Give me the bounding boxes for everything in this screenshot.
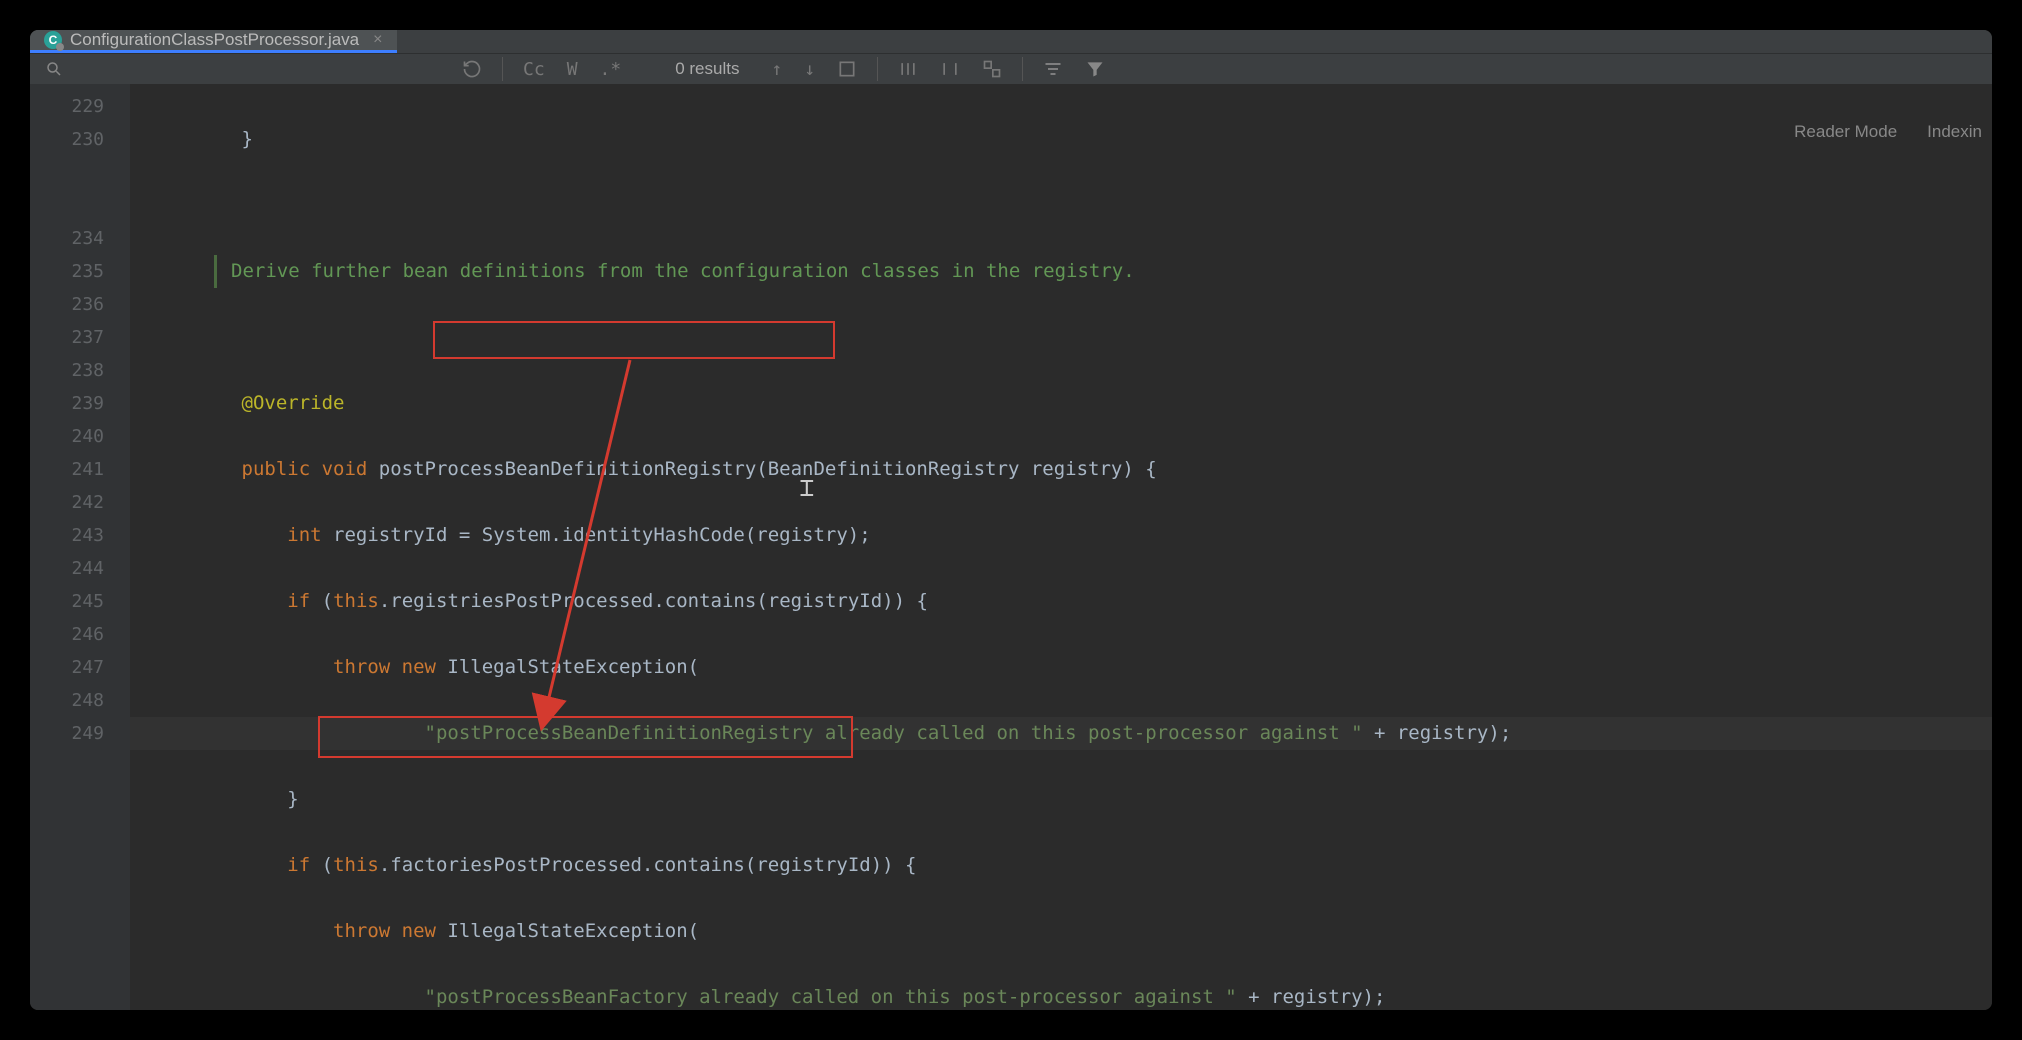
- editor-tab[interactable]: C ConfigurationClassPostProcessor.java ×: [30, 30, 397, 53]
- line-number: 229: [30, 90, 104, 123]
- separator: [502, 57, 503, 81]
- match-case-button[interactable]: Cc: [515, 59, 553, 80]
- code-line: [130, 189, 1992, 222]
- line-number: 240: [30, 420, 104, 453]
- code-line: "postProcessBeanFactory already called o…: [130, 981, 1992, 1010]
- add-selection-icon[interactable]: [890, 59, 926, 79]
- line-number: 247: [30, 651, 104, 684]
- code-content[interactable]: } Derive further bean definitions from t…: [130, 84, 1992, 1010]
- line-number: 234: [30, 222, 104, 255]
- code-line: public void postProcessBeanDefinitionReg…: [130, 453, 1992, 486]
- prev-match-icon[interactable]: ↑: [763, 59, 790, 80]
- regex-button[interactable]: .*: [592, 59, 630, 80]
- line-number: 236: [30, 288, 104, 321]
- line-number: 243: [30, 519, 104, 552]
- line-number: 237: [30, 321, 104, 354]
- code-line-current: "postProcessBeanDefinitionRegistry alrea…: [130, 717, 1992, 750]
- separator: [1022, 57, 1023, 81]
- ide-window: C ConfigurationClassPostProcessor.java ×…: [30, 30, 1992, 1010]
- line-number: 241: [30, 453, 104, 486]
- results-count: 0 results: [675, 59, 739, 79]
- code-line: [130, 321, 1992, 354]
- find-toolbar: Cc W .* 0 results ↑ ↓: [30, 53, 1992, 84]
- code-line: @Override: [130, 387, 1992, 420]
- code-line: throw new IllegalStateException(: [130, 915, 1992, 948]
- code-line: int registryId = System.identityHashCode…: [130, 519, 1992, 552]
- line-number: 242: [30, 486, 104, 519]
- select-all-icon[interactable]: [829, 59, 865, 79]
- indexing-status: Indexin: [1927, 122, 1982, 142]
- code-line: }: [130, 123, 1992, 156]
- code-line: if (this.registriesPostProcessed.contain…: [130, 585, 1992, 618]
- line-number: 248: [30, 684, 104, 717]
- line-number: [30, 189, 104, 222]
- code-line: if (this.factoriesPostProcessed.contains…: [130, 849, 1992, 882]
- close-icon[interactable]: ×: [373, 31, 382, 49]
- next-match-icon[interactable]: ↓: [796, 59, 823, 80]
- line-number: 244: [30, 552, 104, 585]
- line-number: 239: [30, 387, 104, 420]
- class-file-icon: C: [44, 31, 62, 49]
- line-number: 235: [30, 255, 104, 288]
- line-number: 230: [30, 123, 104, 156]
- line-gutter: 229 230 234 235 236 237 238 239 240 241 …: [30, 84, 130, 1010]
- remove-selection-icon[interactable]: [932, 59, 968, 79]
- history-icon[interactable]: [454, 59, 490, 79]
- annotation: @Override: [242, 392, 345, 414]
- line-number: 249: [30, 717, 104, 750]
- line-number: 246: [30, 618, 104, 651]
- filter-icon[interactable]: [1077, 59, 1113, 79]
- javadoc-comment: Derive further bean definitions from the…: [214, 255, 1992, 288]
- tab-bar: C ConfigurationClassPostProcessor.java ×: [30, 30, 1992, 53]
- editor-status-actions: Reader Mode Indexin: [1794, 122, 1982, 142]
- editor[interactable]: 229 230 234 235 236 237 238 239 240 241 …: [30, 84, 1992, 1010]
- line-number: 238: [30, 354, 104, 387]
- code-line: }: [130, 783, 1992, 816]
- code-line: Derive further bean definitions from the…: [130, 255, 1992, 288]
- filter-lines-icon[interactable]: [1035, 59, 1071, 79]
- reader-mode-button[interactable]: Reader Mode: [1794, 122, 1897, 142]
- tab-filename: ConfigurationClassPostProcessor.java: [70, 30, 359, 50]
- words-button[interactable]: W: [559, 59, 586, 80]
- search-input[interactable]: [78, 54, 448, 84]
- line-number: [30, 156, 104, 189]
- code-line: throw new IllegalStateException(: [130, 651, 1992, 684]
- search-icon[interactable]: [40, 60, 68, 78]
- separator: [877, 57, 878, 81]
- line-number: 245: [30, 585, 104, 618]
- select-occurrences-icon[interactable]: [974, 59, 1010, 79]
